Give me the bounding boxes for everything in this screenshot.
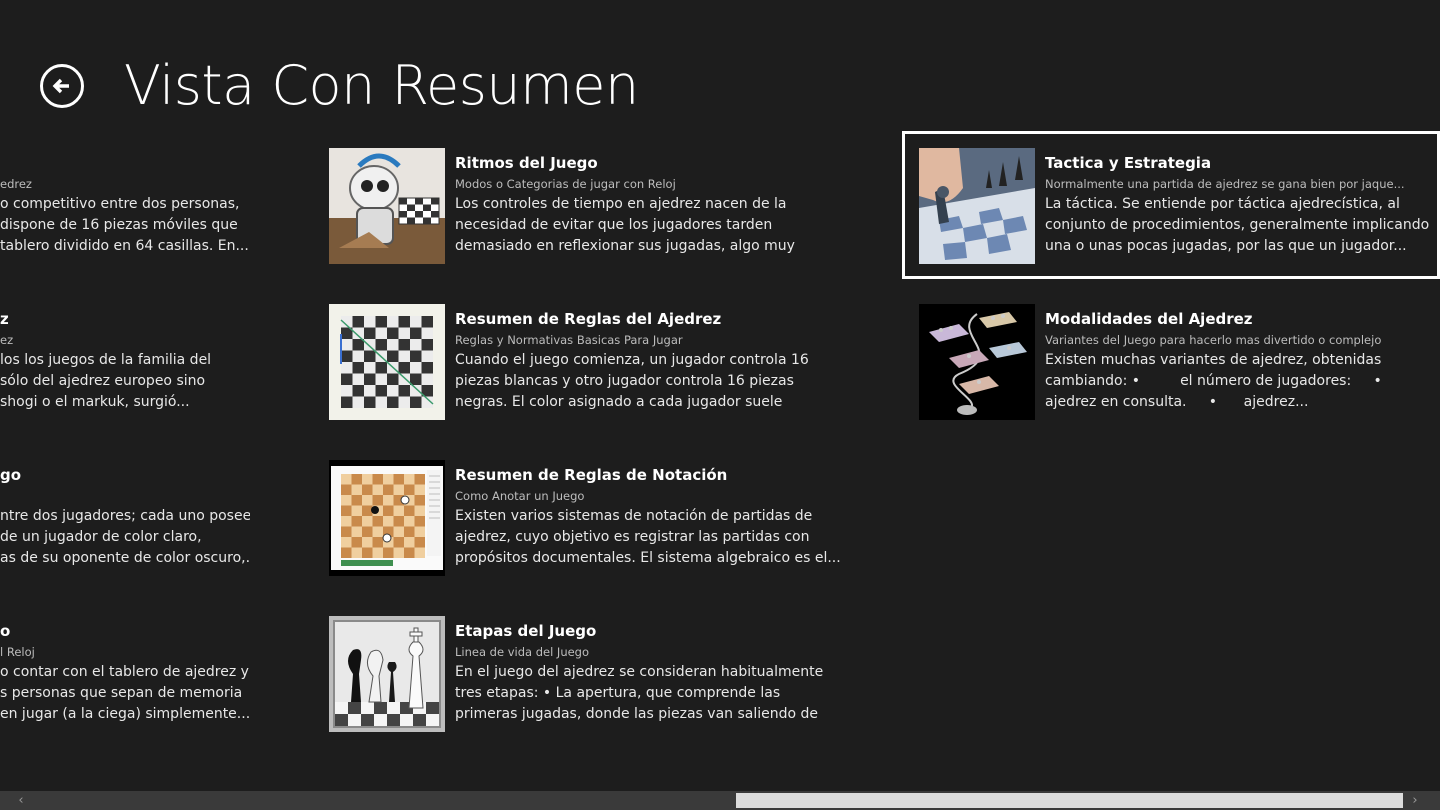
item-description: Cuando el juego comienza, un jugador con…: [455, 352, 809, 410]
grid-item-modalidades[interactable]: Modalidades del Ajedrez Variantes del Ju…: [919, 304, 1439, 422]
chessboard-image: [329, 304, 445, 420]
item-subtitle: Reglas y Normativas Basicas Para Jugar: [455, 333, 683, 347]
item-description: Los controles de tiempo en ajedrez nacen…: [455, 196, 795, 254]
item-description: Existen muchas variantes de ajedrez, obt…: [1045, 352, 1382, 410]
partial-item[interactable]: go ntre dos jugadores; cada uno posee de…: [0, 460, 250, 578]
grid-item-notacion[interactable]: Resumen de Reglas de Notación Como Anota…: [329, 460, 849, 578]
notation-board-image: [329, 460, 445, 576]
item-title: Resumen de Reglas del Ajedrez: [455, 310, 722, 328]
partial-item-line: ntre dos jugadores; cada uno posee: [0, 508, 250, 524]
item-title: Ritmos del Juego: [455, 154, 598, 172]
chess-pieces-image: [329, 616, 445, 732]
partial-item-line: sólo del ajedrez europeo sino: [0, 373, 206, 389]
partial-item-line: en jugar (a la ciega) simplemente...: [0, 706, 250, 722]
partial-item[interactable]: edrez o competitivo entre dos personas, …: [0, 148, 250, 266]
partial-item-line: shogi o el markuk, surgió...: [0, 394, 190, 410]
grid-item-etapas[interactable]: Etapas del Juego Linea de vida del Juego…: [329, 616, 849, 734]
partial-item-title: z: [0, 310, 9, 328]
partial-item-subtitle: ez: [0, 333, 14, 347]
back-arrow-icon: [52, 78, 69, 94]
scrollbar-thumb[interactable]: [736, 793, 1403, 808]
horizontal-scrollbar[interactable]: ‹ ›: [0, 791, 1440, 810]
partial-item-title: go: [0, 466, 22, 484]
page-title: Vista Con Resumen: [124, 54, 639, 117]
partial-item-line: tablero dividido en 64 casillas. En...: [0, 238, 249, 254]
item-description: En el juego del ajedrez se consideran ha…: [455, 664, 824, 722]
partial-item-line: s personas que sepan de memoria: [0, 685, 243, 701]
item-subtitle: Modos o Categorias de jugar con Reloj: [455, 177, 676, 191]
item-title: Tactica y Estrategia: [1045, 154, 1212, 172]
partial-item-title: [0, 152, 250, 174]
partial-item-title: o: [0, 622, 11, 640]
partial-item-line: dispone de 16 piezas móviles que: [0, 217, 238, 233]
item-subtitle: Linea de vida del Juego: [455, 645, 590, 659]
partial-item-line: as de su oponente de color oscuro,...: [0, 550, 250, 566]
item-title: Modalidades del Ajedrez: [1045, 310, 1253, 328]
robot-chess-image: [329, 148, 445, 264]
3d-chess-image: [919, 304, 1035, 420]
item-description: Existen varios sistemas de notación de p…: [455, 508, 841, 566]
grid-item-tactica[interactable]: Tactica y Estrategia Normalmente una par…: [902, 131, 1440, 279]
app-page: Vista Con Resumen edrez o competitivo en…: [0, 0, 1440, 810]
item-description: La táctica. Se entiende por táctica ajed…: [1045, 196, 1430, 254]
partial-item-subtitle: [0, 486, 250, 506]
grid-item-ritmos[interactable]: Ritmos del Juego Modos o Categorias de j…: [329, 148, 849, 266]
item-subtitle: Como Anotar un Juego: [455, 489, 585, 503]
item-subtitle: Normalmente una partida de ajedrez se ga…: [1045, 177, 1405, 191]
item-title: Resumen de Reglas de Notación: [455, 466, 728, 484]
partial-item-subtitle: edrez: [0, 177, 32, 191]
partial-item-line: o contar con el tablero de ajedrez y: [0, 664, 249, 680]
partial-item[interactable]: z ez los los juegos de la familia del só…: [0, 304, 250, 422]
item-title: Etapas del Juego: [455, 622, 597, 640]
hand-moving-piece-image: [919, 148, 1035, 264]
scroll-left-icon[interactable]: ‹: [10, 791, 32, 810]
partial-item-line: de un jugador de color claro,: [0, 529, 202, 545]
partial-item-subtitle: l Reloj: [0, 645, 35, 659]
scroll-right-icon[interactable]: ›: [1404, 791, 1426, 810]
partial-item-line: los los juegos de la familia del: [0, 352, 212, 368]
partial-item-line: o competitivo entre dos personas,: [0, 196, 240, 212]
grid-item-reglas[interactable]: Resumen de Reglas del Ajedrez Reglas y N…: [329, 304, 849, 422]
item-subtitle: Variantes del Juego para hacerlo mas div…: [1045, 333, 1382, 347]
partial-item[interactable]: o l Reloj o contar con el tablero de aje…: [0, 616, 250, 734]
back-button[interactable]: [40, 64, 84, 108]
